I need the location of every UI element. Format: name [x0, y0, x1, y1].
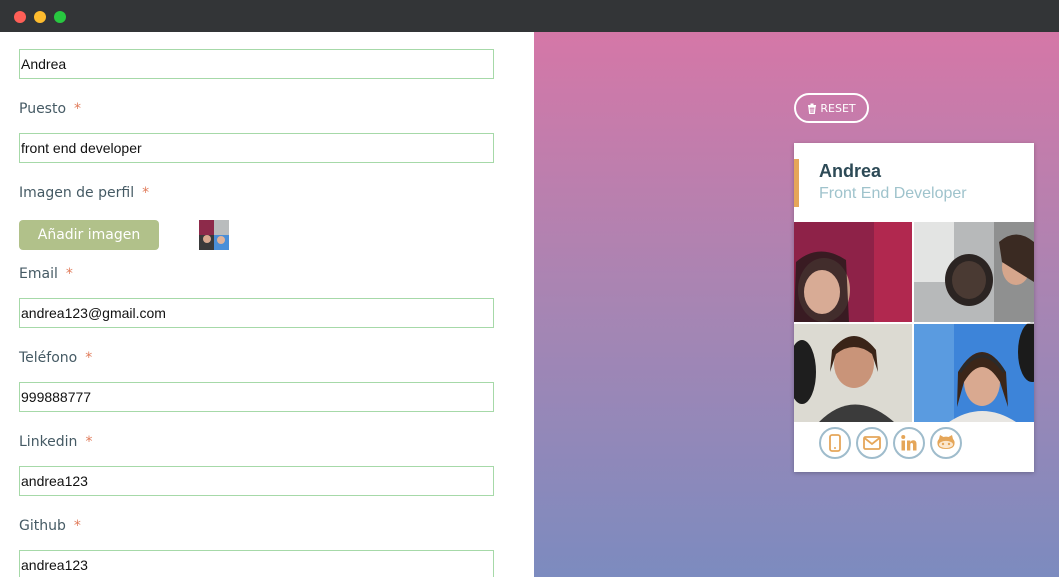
window-titlebar — [0, 0, 1059, 32]
preview-panel: RESET Andrea Front End Developer — [534, 32, 1059, 577]
required-marker: * — [142, 185, 150, 201]
required-marker: * — [74, 101, 82, 117]
email-link[interactable] — [856, 427, 888, 459]
email-input[interactable] — [19, 298, 494, 328]
envelope-icon — [863, 436, 881, 450]
mobile-icon — [829, 434, 841, 452]
profile-thumbnail — [199, 220, 229, 250]
github-link[interactable] — [930, 427, 962, 459]
linkedin-link[interactable] — [893, 427, 925, 459]
required-marker: * — [65, 266, 73, 282]
minimize-window-button[interactable] — [34, 11, 46, 23]
trash-icon — [808, 103, 817, 114]
github-icon — [937, 435, 955, 449]
phone-input[interactable] — [19, 382, 494, 412]
github-input[interactable] — [19, 550, 494, 577]
email-label: Email * — [19, 266, 73, 282]
job-input[interactable] — [19, 133, 494, 163]
card-photo — [794, 222, 1034, 422]
mobile-link[interactable] — [819, 427, 851, 459]
linkedin-label: Linkedin * — [19, 434, 93, 450]
phone-label: Teléfono * — [19, 350, 93, 366]
image-label: Imagen de perfil * — [19, 185, 150, 201]
close-window-button[interactable] — [14, 11, 26, 23]
maximize-window-button[interactable] — [54, 11, 66, 23]
job-label: Puesto * — [19, 101, 82, 117]
reset-label: RESET — [820, 101, 856, 115]
required-marker: * — [73, 518, 81, 534]
required-marker: * — [85, 434, 93, 450]
github-label: Github * — [19, 518, 81, 534]
linkedin-icon — [901, 435, 917, 451]
reset-button[interactable]: RESET — [794, 93, 869, 123]
card-job: Front End Developer — [819, 185, 967, 202]
required-marker: * — [85, 350, 93, 366]
card-name: Andrea — [819, 161, 882, 181]
add-image-button[interactable]: Añadir imagen — [19, 220, 159, 250]
card-social-icons — [819, 427, 962, 459]
card-header: Andrea Front End Developer — [794, 159, 1034, 207]
name-input[interactable] — [19, 49, 494, 79]
linkedin-input[interactable] — [19, 466, 494, 496]
profile-card: Andrea Front End Developer — [794, 143, 1034, 472]
form-panel: Puesto* Imagen de perfil* Añadir imagen … — [0, 32, 534, 577]
